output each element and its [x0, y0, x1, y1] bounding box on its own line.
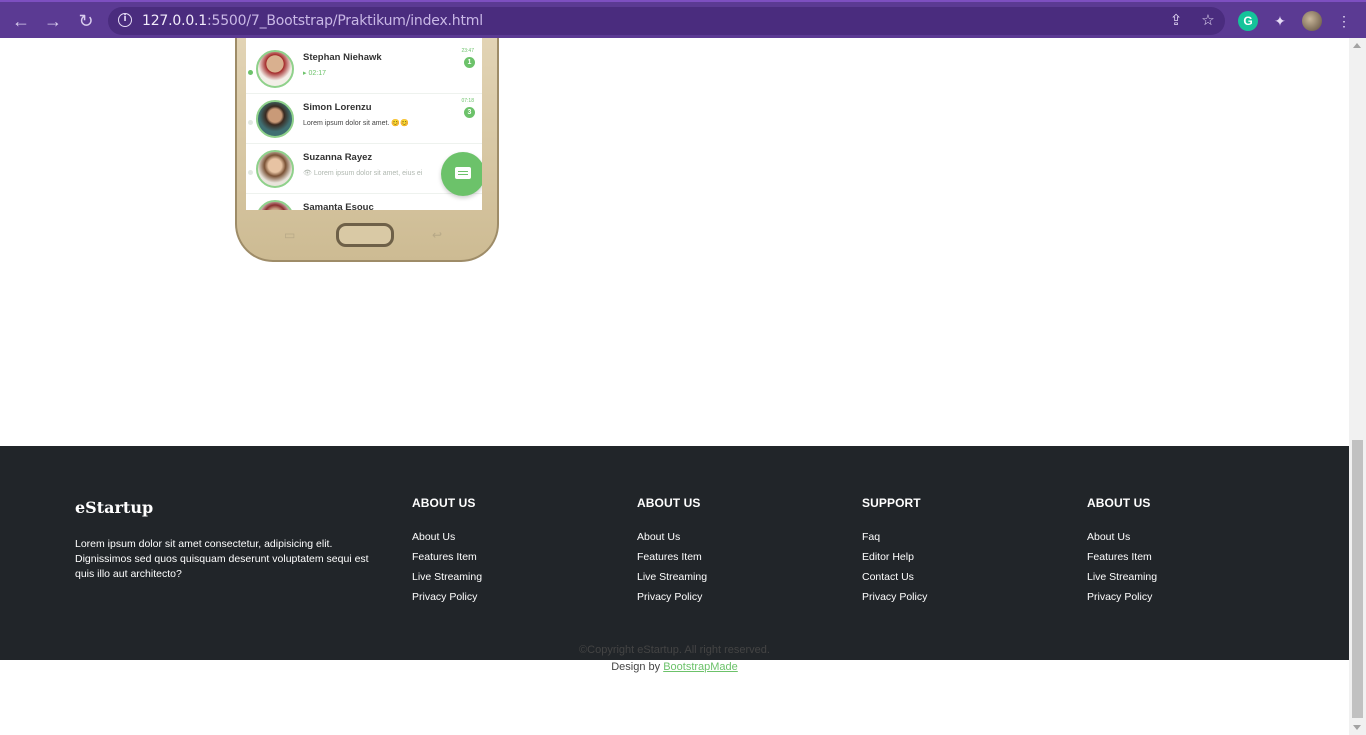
- scrollbar-thumb[interactable]: [1352, 440, 1363, 718]
- footer-link[interactable]: Contact Us: [862, 567, 927, 587]
- chat-name: Simon Lorenzu: [303, 102, 372, 113]
- recent-apps-icon: ▭: [284, 228, 296, 242]
- page-viewport: Stephan Niehawk ▸ 02:17 23:47 1 Simon Lo…: [0, 38, 1349, 735]
- chat-time: 07:18: [461, 98, 474, 104]
- footer-link[interactable]: Features Item: [412, 547, 482, 567]
- chat-message: Lorem ipsum dolor sit amet. 😊😊: [303, 120, 409, 127]
- menu-kebab-icon[interactable]: ⋮: [1334, 11, 1354, 31]
- avatar: [256, 150, 294, 188]
- footer-link[interactable]: Privacy Policy: [1087, 587, 1157, 607]
- footer-column-title: ABOUT US: [1087, 496, 1151, 510]
- footer-link[interactable]: Privacy Policy: [412, 587, 482, 607]
- footer-column: ABOUT US About Us Features Item Live Str…: [412, 496, 482, 607]
- back-arrow-icon[interactable]: ←: [9, 9, 33, 33]
- footer-column: ABOUT US About Us Features Item Live Str…: [1087, 496, 1157, 607]
- design-credit: Design by BootstrapMade: [0, 659, 1349, 676]
- footer-link[interactable]: Editor Help: [862, 547, 927, 567]
- scroll-down-arrow-icon[interactable]: [1353, 725, 1361, 730]
- footer-link[interactable]: Live Streaming: [1087, 567, 1157, 587]
- footer-link[interactable]: Privacy Policy: [862, 587, 927, 607]
- footer-link[interactable]: Privacy Policy: [637, 587, 707, 607]
- footer-column-title: ABOUT US: [637, 496, 701, 510]
- phone-home-button: [336, 223, 394, 247]
- chat-list-item: Simon Lorenzu Lorem ipsum dolor sit amet…: [246, 94, 482, 144]
- footer-column: ABOUT US About Us Features Item Live Str…: [637, 496, 707, 607]
- address-bar[interactable]: i 127.0.0.1:5500/7_Bootstrap/Praktikum/i…: [108, 7, 1225, 35]
- footer-link[interactable]: Live Streaming: [637, 567, 707, 587]
- grammarly-extension-icon[interactable]: G: [1238, 11, 1258, 31]
- phone-back-icon: ↩: [432, 228, 443, 242]
- footer-column-title: ABOUT US: [412, 496, 476, 510]
- phone-mockup-image: Stephan Niehawk ▸ 02:17 23:47 1 Simon Lo…: [232, 38, 502, 266]
- design-credit-prefix: Design by: [611, 661, 664, 673]
- chat-bubble-icon: [455, 167, 471, 179]
- forward-arrow-icon[interactable]: →: [41, 9, 65, 33]
- footer-link[interactable]: Faq: [862, 527, 927, 547]
- extensions-puzzle-icon[interactable]: ✦: [1270, 11, 1290, 31]
- scroll-up-arrow-icon[interactable]: [1353, 43, 1361, 48]
- new-chat-fab: [441, 152, 482, 196]
- bookmark-star-icon[interactable]: ☆: [1198, 11, 1218, 31]
- avatar: [256, 100, 294, 138]
- unread-badge: 1: [464, 57, 475, 68]
- avatar: [256, 50, 294, 88]
- url-text[interactable]: 127.0.0.1:5500/7_Bootstrap/Praktikum/ind…: [142, 13, 483, 29]
- unread-badge: 3: [464, 107, 475, 118]
- chat-time: 23:47: [461, 48, 474, 54]
- share-icon[interactable]: ⇪: [1166, 11, 1186, 31]
- footer-link[interactable]: About Us: [412, 527, 482, 547]
- footer-column: SUPPORT Faq Editor Help Contact Us Priva…: [862, 496, 927, 607]
- chat-message: 👁 Lorem ipsum dolor sit amet, eius ei: [303, 170, 423, 177]
- chat-list-item: Stephan Niehawk ▸ 02:17 23:47 1: [246, 44, 482, 94]
- site-footer: eStartup Lorem ipsum dolor sit amet cons…: [0, 446, 1349, 660]
- bootstrapmade-link[interactable]: BootstrapMade: [663, 661, 738, 673]
- footer-brand: eStartup: [75, 498, 154, 517]
- chat-name: Samanta Esouc: [303, 202, 374, 210]
- chat-list-item: Samanta Esouc: [246, 194, 482, 210]
- footer-link[interactable]: Features Item: [1087, 547, 1157, 567]
- profile-avatar[interactable]: [1302, 11, 1322, 31]
- site-info-icon[interactable]: i: [118, 13, 132, 27]
- status-dot: [248, 120, 253, 125]
- footer-link[interactable]: About Us: [1087, 527, 1157, 547]
- vertical-scrollbar[interactable]: [1349, 38, 1366, 735]
- phone-screen: Stephan Niehawk ▸ 02:17 23:47 1 Simon Lo…: [246, 38, 482, 210]
- footer-column-title: SUPPORT: [862, 496, 921, 510]
- chat-name: Suzanna Rayez: [303, 152, 373, 163]
- reload-icon[interactable]: ↻: [74, 9, 98, 33]
- avatar: [256, 200, 294, 210]
- copyright-block: ©Copyright eStartup. All right reserved.…: [0, 642, 1349, 676]
- status-dot: [248, 170, 253, 175]
- copyright-text: ©Copyright eStartup. All right reserved.: [579, 644, 770, 656]
- online-dot: [248, 70, 253, 75]
- browser-toolbar: ← → ↻ i 127.0.0.1:5500/7_Bootstrap/Prakt…: [0, 0, 1366, 38]
- footer-link[interactable]: Features Item: [637, 547, 707, 567]
- footer-link[interactable]: About Us: [637, 527, 707, 547]
- footer-link[interactable]: Live Streaming: [412, 567, 482, 587]
- footer-about-text: Lorem ipsum dolor sit amet consectetur, …: [75, 538, 369, 580]
- chat-message: ▸ 02:17: [303, 70, 326, 77]
- chat-name: Stephan Niehawk: [303, 52, 382, 63]
